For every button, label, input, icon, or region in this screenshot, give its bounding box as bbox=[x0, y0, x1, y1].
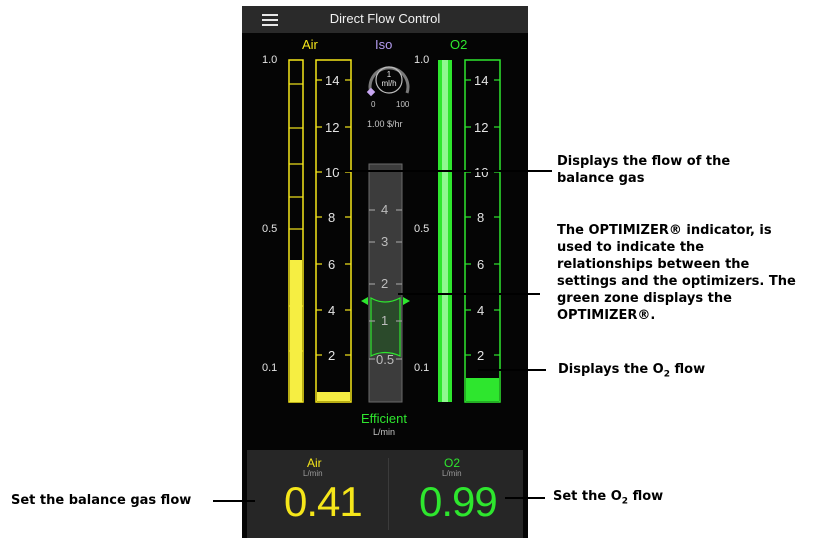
o2-scale-tick: 4 bbox=[477, 303, 485, 318]
set-o2-leader-line bbox=[505, 497, 545, 499]
set-balance-leader-line bbox=[213, 500, 255, 502]
flow-settings-panel: Air L/min 0.41 O2 L/min 0.99 bbox=[247, 450, 523, 538]
o2-scale-tick: 14 bbox=[474, 73, 489, 88]
o2-scale-tick: 10 bbox=[474, 165, 489, 180]
air-flow-setting-value[interactable]: 0.41 bbox=[284, 478, 363, 526]
air-setting-label: Air bbox=[307, 456, 322, 470]
balance-gas-annotation: Displays the flow of the balance gas bbox=[557, 154, 731, 186]
air-setting-unit: L/min bbox=[303, 469, 323, 478]
o2-scale-tick: 6 bbox=[477, 257, 485, 272]
o2-setting-label: O2 bbox=[444, 456, 461, 470]
o2-scale-tick: 2 bbox=[477, 348, 485, 363]
flow-control-screen: Direct Flow Control Air Iso O2 1.0 0.5 0… bbox=[242, 6, 528, 538]
o2-scale-tick: 8 bbox=[477, 210, 485, 225]
panel-divider bbox=[388, 458, 389, 530]
o2-scale-tick: 12 bbox=[474, 120, 489, 135]
o2-flow-tube[interactable] bbox=[242, 6, 528, 446]
o2-flow-setting-value[interactable]: 0.99 bbox=[419, 478, 498, 526]
o2-flow-fill bbox=[466, 378, 499, 401]
optimizer-annotation: The OPTIMIZER® indicator, is used to ind… bbox=[557, 223, 796, 323]
optimizer-leader-line bbox=[398, 293, 540, 295]
o2-flow-annotation: Displays the O2 flow bbox=[558, 362, 706, 380]
o2-setting-unit: L/min bbox=[442, 469, 462, 478]
set-balance-annotation: Set the balance gas flow bbox=[11, 493, 192, 508]
o2-flow-leader-line bbox=[478, 369, 546, 371]
set-o2-annotation: Set the O2 flow bbox=[553, 489, 664, 507]
balance-gas-leader-line bbox=[336, 170, 552, 172]
